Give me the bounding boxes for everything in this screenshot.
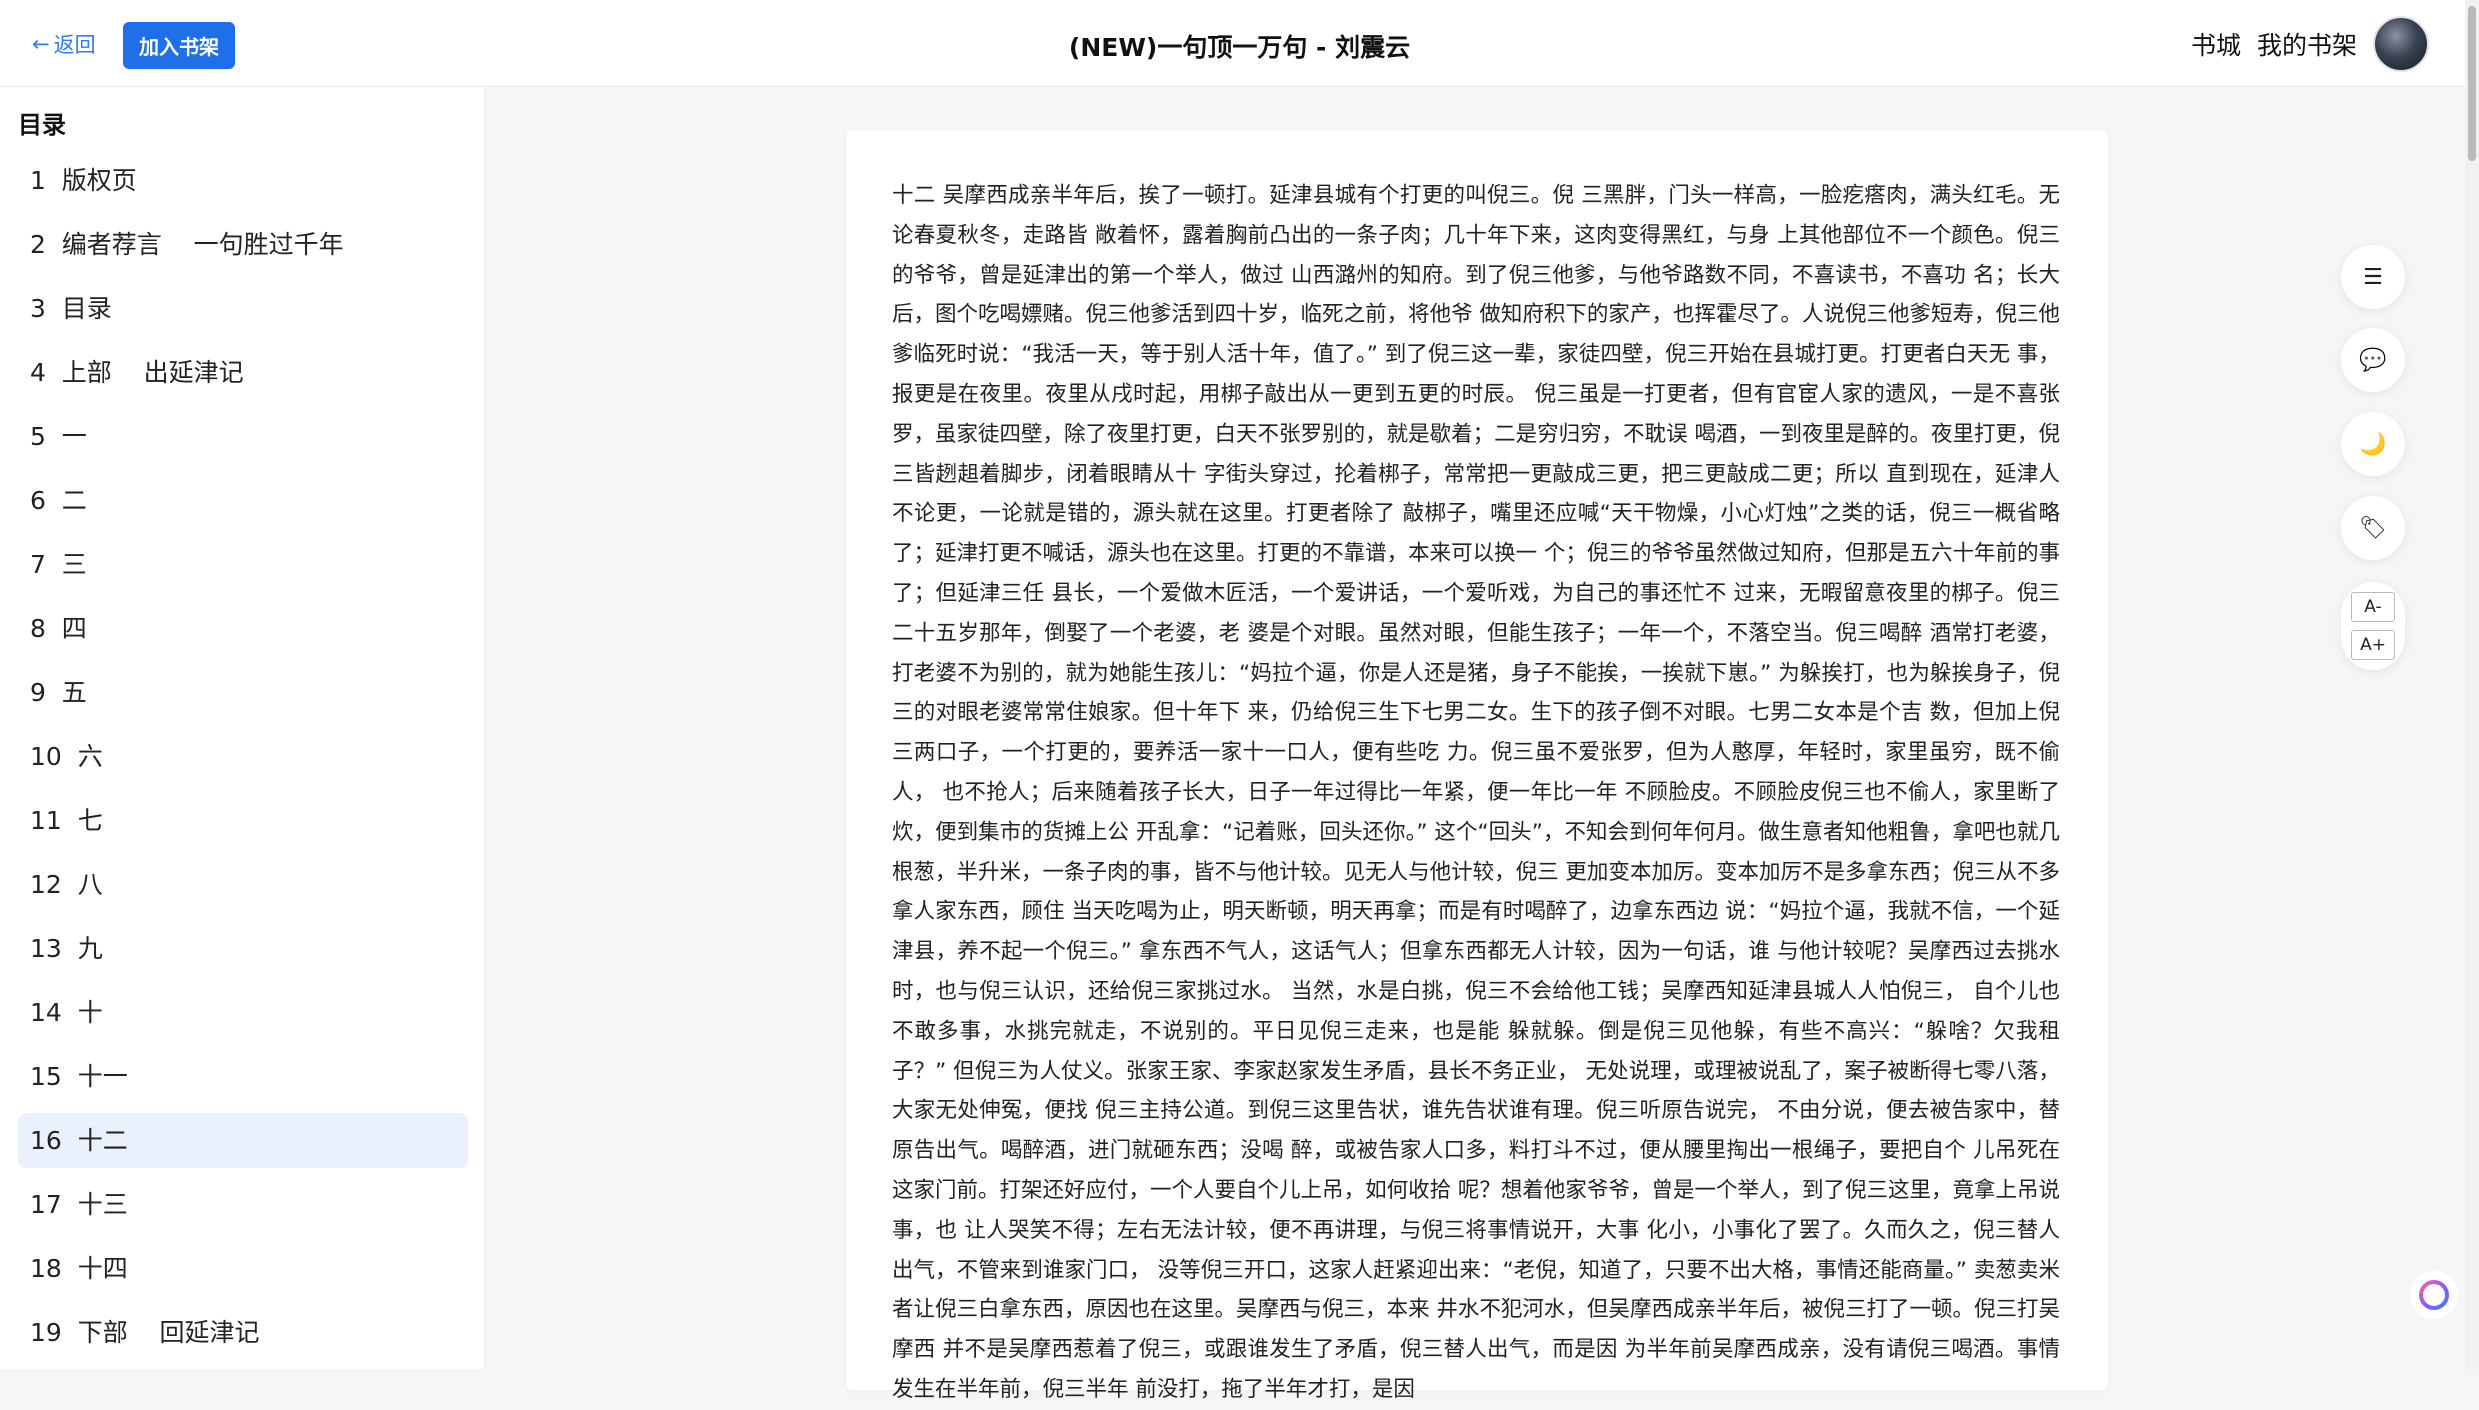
add-to-shelf-button[interactable]: 加入书架 bbox=[123, 22, 235, 69]
chat-bubble-icon: 💬 bbox=[2359, 347, 2387, 373]
toc-item[interactable]: 18 十四 bbox=[18, 1241, 468, 1296]
toc-title: 目录 bbox=[18, 111, 66, 139]
avatar[interactable] bbox=[2373, 16, 2429, 72]
toc-item[interactable]: 8 四 bbox=[18, 601, 468, 656]
nav-bookstore[interactable]: 书城 bbox=[2191, 26, 2241, 62]
toc-item[interactable]: 17 十三 bbox=[18, 1177, 468, 1232]
night-mode-button[interactable]: 🌙 bbox=[2341, 412, 2405, 476]
comments-button[interactable]: 💬 bbox=[2341, 328, 2405, 392]
toc-item[interactable]: 7 三 bbox=[18, 537, 468, 592]
top-nav: 书城 我的书架 bbox=[2191, 16, 2429, 72]
toc-item[interactable]: 12 八 bbox=[18, 857, 468, 912]
chapter-text: 十二 吴摩西成亲半年后，挨了一顿打。延津县城有个打更的叫倪三。倪 三黑胖，门头一… bbox=[892, 183, 2060, 1402]
toc-item[interactable]: 14 十 bbox=[18, 985, 468, 1040]
font-decrease-button[interactable]: A- bbox=[2351, 592, 2395, 622]
toc-item[interactable]: 5 一 bbox=[18, 409, 468, 464]
toc-item[interactable]: 9 五 bbox=[18, 665, 468, 720]
toc-item[interactable]: 6 二 bbox=[18, 473, 468, 528]
toc-item[interactable]: 1 版权页 bbox=[18, 153, 468, 208]
moon-icon: 🌙 bbox=[2359, 431, 2387, 457]
tag-icon: 🏷 bbox=[2359, 515, 2387, 541]
scrollbar-thumb[interactable] bbox=[2468, 6, 2476, 161]
toc-list: 1 版权页 2 编者荐言 一句胜过千年 3 目录 4 上部 出延津记 5 一 6 二 7 三… bbox=[18, 153, 468, 1369]
ai-brain-icon bbox=[2410, 1271, 2458, 1319]
page-scrollbar[interactable] bbox=[2465, 0, 2479, 1369]
nav-my-shelf[interactable]: 我的书架 bbox=[2257, 26, 2357, 62]
toc-item[interactable]: 3 目录 bbox=[18, 281, 468, 336]
toc-item[interactable]: 10 六 bbox=[18, 729, 468, 784]
back-link[interactable]: ← 返回 bbox=[32, 29, 96, 59]
toc-item[interactable]: 19 下部 回延津记 bbox=[18, 1305, 468, 1360]
book-title: (NEW)一句顶一万句 - 刘震云 bbox=[1068, 33, 1411, 62]
back-label: 返回 bbox=[53, 33, 96, 57]
font-increase-button[interactable]: A+ bbox=[2351, 630, 2395, 660]
toc-item[interactable]: 13 九 bbox=[18, 921, 468, 976]
toc-item[interactable]: 4 上部 出延津记 bbox=[18, 345, 468, 400]
bookmark-button[interactable]: 🏷 bbox=[2341, 496, 2405, 560]
toc-toggle-button[interactable]: ☰ bbox=[2341, 245, 2405, 309]
top-bar: ← 返回 加入书架 (NEW)一句顶一万句 - 刘震云 书城 我的书架 bbox=[0, 0, 2479, 87]
toc-sidebar: 目录 1 版权页 2 编者荐言 一句胜过千年 3 目录 4 上部 出延津记 5 一 6 二… bbox=[0, 87, 485, 1369]
arrow-left-icon: ← bbox=[32, 32, 50, 56]
toc-item[interactable]: 2 编者荐言 一句胜过千年 bbox=[18, 217, 468, 272]
font-size-panel: A- A+ bbox=[2341, 582, 2405, 670]
ai-assistant-button[interactable] bbox=[2409, 1270, 2459, 1320]
toc-item[interactable]: 15 十一 bbox=[18, 1049, 468, 1104]
list-icon: ☰ bbox=[2363, 264, 2383, 290]
reader-content: 十二 吴摩西成亲半年后，挨了一顿打。延津县城有个打更的叫倪三。倪 三黑胖，门头一… bbox=[846, 130, 2108, 1402]
toc-item[interactable]: 11 七 bbox=[18, 793, 468, 848]
toc-item[interactable]: 16 十二 bbox=[18, 1113, 468, 1168]
